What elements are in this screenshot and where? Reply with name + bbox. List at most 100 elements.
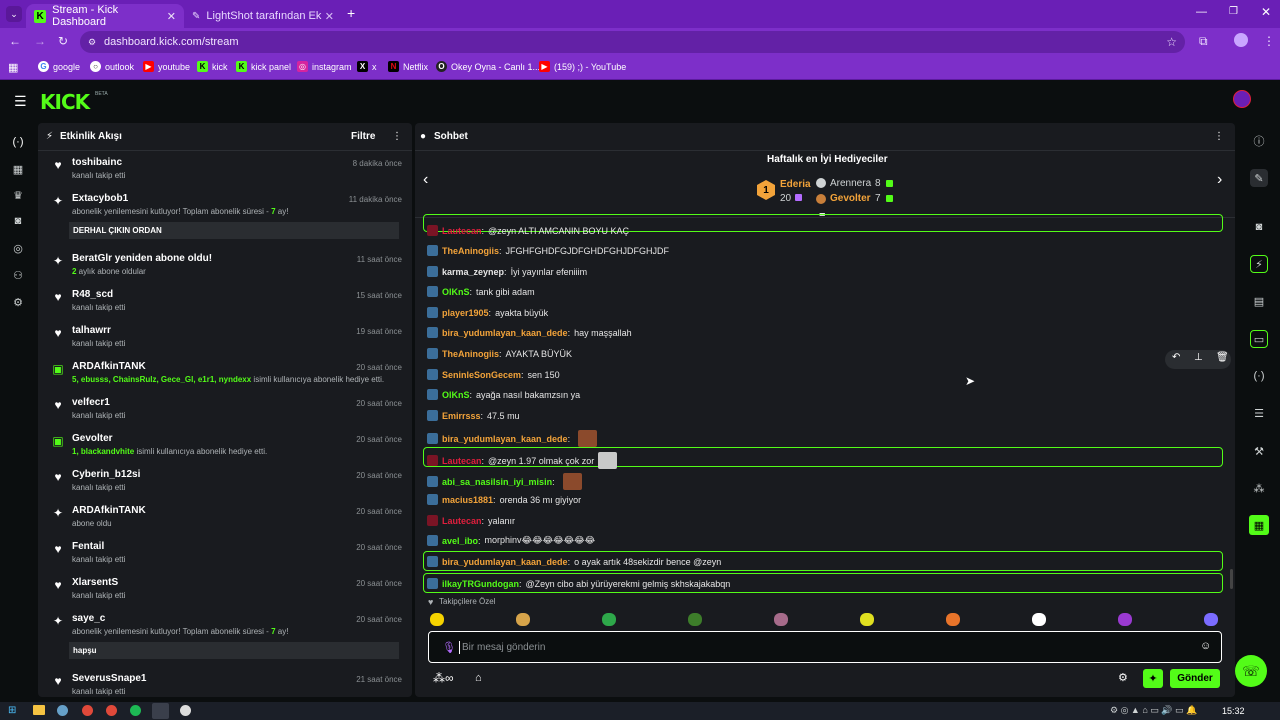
stream-broadcast-icon[interactable]: (·): [10, 134, 26, 150]
wrench-icon[interactable]: ⚒: [1250, 442, 1268, 460]
bookmark-outlook[interactable]: ○ outlook: [90, 61, 134, 72]
activity-item[interactable]: ✦ BeratGlr yeniden abone oldu! 11 saat önc…: [38, 252, 412, 288]
spotify-icon[interactable]: [130, 705, 141, 716]
chat-scrollbar[interactable]: [1230, 569, 1233, 589]
store-icon[interactable]: ⌂: [475, 672, 482, 684]
chat-username[interactable]: Lautecan: [442, 226, 482, 236]
chat-message[interactable]: karma_zeynep: İyi yayınlar efeniiim: [427, 266, 587, 277]
chat-message[interactable]: ilkayTRGundogan: @Zeyn cibo abi yürüyerek…: [427, 578, 730, 589]
chat-message[interactable]: player1905: ayakta büyük: [427, 307, 548, 318]
new-tab-button[interactable]: +: [347, 5, 355, 21]
apps-icon[interactable]: ▦: [8, 61, 18, 74]
chat-username[interactable]: Emirrsss: [442, 411, 481, 421]
bookmark-google[interactable]: Ggoogle: [38, 61, 80, 72]
tab-kick-dashboard[interactable]: K Stream - Kick Dashboard ✕: [26, 4, 184, 28]
bookmark-instagram[interactable]: ◎ instagram: [297, 61, 352, 72]
folder-icon[interactable]: [33, 705, 45, 715]
group-icon[interactable]: ⁂: [1250, 479, 1268, 497]
kick-logo[interactable]: KICK: [40, 90, 90, 114]
chat-message[interactable]: abi_sa_nasilsin_iyi_misin:: [427, 473, 582, 490]
camera-icon[interactable]: ◙: [1250, 218, 1268, 236]
chat-username[interactable]: OlKnS: [442, 390, 470, 400]
close-tab-icon[interactable]: ✕: [167, 10, 176, 23]
users-icon[interactable]: ⚇: [10, 267, 26, 283]
activity-item[interactable]: ✦ Extacybob1 11 dakika önce abonelik yenile…: [38, 192, 412, 252]
chat-message[interactable]: Emirrsss:47.5 mu: [427, 410, 520, 421]
close-window-button[interactable]: ✕: [1261, 5, 1271, 19]
target-icon[interactable]: ◎: [10, 240, 26, 256]
bookmark-netflix[interactable]: N Netflix: [388, 61, 428, 72]
chat-username[interactable]: Lautecan: [442, 456, 482, 466]
minimize-window-button[interactable]: —: [1196, 6, 1207, 18]
bookmark-youtube-159[interactable]: ▶ (159) ;) - YouTube: [539, 61, 626, 72]
chat-username[interactable]: avel_ibo: [442, 536, 478, 546]
list-icon[interactable]: ☰: [1250, 404, 1268, 422]
start-icon[interactable]: ⊞: [8, 705, 16, 716]
quick-emote-button[interactable]: ✦: [1143, 669, 1163, 688]
emote-2-icon[interactable]: [516, 613, 530, 626]
filter-button[interactable]: Filtre: [351, 131, 375, 142]
bookmark-okey[interactable]: O Okey Oyna - Canlı 1...: [436, 61, 540, 72]
hamburger-menu-icon[interactable]: ☰: [14, 93, 27, 110]
support-chat-button[interactable]: ☏: [1235, 655, 1267, 687]
emoji-picker-icon[interactable]: ☺: [1200, 640, 1211, 652]
points-infinity-icon[interactable]: ⁂∞: [433, 671, 454, 685]
emote-5-icon[interactable]: [774, 613, 788, 626]
chat-message[interactable]: SeninleSonGecem: sen 150: [427, 369, 560, 380]
chat-username[interactable]: Lautecan: [442, 516, 482, 526]
prev-arrow-icon[interactable]: ‹: [423, 171, 428, 189]
reload-icon[interactable]: ↻: [58, 34, 68, 48]
activity-item[interactable]: ♥ R48_scd 15 saat önce kanalı takip etti: [38, 288, 412, 324]
clapperboard-icon[interactable]: ▦: [1249, 515, 1269, 535]
chat-icon[interactable]: ▭: [1250, 330, 1268, 348]
site-info-icon[interactable]: ⚙: [88, 37, 96, 48]
bookmark-kick-panel[interactable]: Kkick panel: [236, 61, 291, 72]
opera-icon[interactable]: [106, 705, 117, 716]
chat-message[interactable]: Lautecan: @zeyn ALTI AMCANIN BOYU KAÇ: [427, 225, 629, 236]
activity-item[interactable]: ♥ SeverusSnape1 21 saat önce kanalı takip e…: [38, 672, 412, 697]
chat-username[interactable]: bira_yudumlayan_kaan_dede: [442, 328, 568, 338]
emote-6-icon[interactable]: [860, 613, 874, 626]
bookmark-star-icon[interactable]: ☆: [1166, 35, 1177, 49]
chat-message[interactable]: TheAninogiis: AYAKTA BÜYÜK: [427, 348, 572, 359]
user-avatar[interactable]: [1233, 90, 1251, 108]
emote-9-icon[interactable]: [1118, 613, 1132, 626]
chat-username[interactable]: SeninleSonGecem: [442, 370, 521, 380]
emote-7-icon[interactable]: [946, 613, 960, 626]
chat-username[interactable]: abi_sa_nasilsin_iyi_misin: [442, 477, 552, 487]
forward-icon[interactable]: →: [34, 34, 46, 48]
emote-3-icon[interactable]: [602, 613, 616, 626]
activity-item[interactable]: ♥ velfecr1 20 saat önce kanalı takip etti: [38, 396, 412, 432]
chat-more-icon[interactable]: ⋮: [1214, 131, 1224, 142]
chat-username[interactable]: karma_zeynep: [442, 267, 504, 277]
activity-item[interactable]: ♥ Cyberin_b12si 20 saat önce kanalı takip e…: [38, 468, 412, 504]
chat-username[interactable]: TheAninogiis: [442, 246, 499, 256]
edit-icon[interactable]: ✎: [1250, 169, 1268, 187]
activity-item[interactable]: ♥ talhawrr 19 saat önce kanalı takip etti: [38, 324, 412, 360]
back-icon[interactable]: ←: [9, 34, 21, 48]
bookmark-x[interactable]: Xx: [357, 61, 377, 72]
bookmark-kick[interactable]: Kkick: [197, 61, 228, 72]
chat-username[interactable]: bira_yudumlayan_kaan_dede: [442, 557, 568, 567]
activity-item[interactable]: ♥ Fentail 20 saat önce kanalı takip etti: [38, 540, 412, 576]
settings-icon[interactable]: ⚙: [10, 294, 26, 310]
chat-username[interactable]: ilkayTRGundogan: [442, 579, 519, 589]
extensions-icon[interactable]: ⧉: [1199, 34, 1208, 49]
emote-1-icon[interactable]: [430, 613, 444, 626]
activity-item[interactable]: ♥ XlarsentS 20 saat önce kanalı takip etti: [38, 576, 412, 612]
chat-settings-icon[interactable]: ⚙: [1118, 671, 1128, 684]
activity-more-icon[interactable]: ⋮: [392, 131, 402, 142]
emote-8-icon[interactable]: [1032, 613, 1046, 626]
pin-icon[interactable]: ⊥: [1194, 352, 1203, 363]
activity-item[interactable]: ▣ Gevolter 20 saat önce 1, blackandvhite is…: [38, 432, 412, 468]
chat-message[interactable]: OlKnS: tank gibi adam: [427, 286, 535, 297]
next-arrow-icon[interactable]: ›: [1217, 171, 1222, 189]
camera-icon[interactable]: ◙: [10, 213, 26, 229]
browser-menu-icon[interactable]: ⋮: [1263, 34, 1275, 48]
steam-icon[interactable]: [57, 705, 68, 716]
restore-window-button[interactable]: ❐: [1229, 6, 1238, 17]
chat-username[interactable]: bira_yudumlayan_kaan_dede: [442, 434, 568, 444]
chat-username[interactable]: OlKnS: [442, 287, 470, 297]
address-bar[interactable]: ⚙ dashboard.kick.com/stream ☆: [80, 31, 1185, 53]
tab-search-button[interactable]: ⌄: [6, 6, 22, 22]
